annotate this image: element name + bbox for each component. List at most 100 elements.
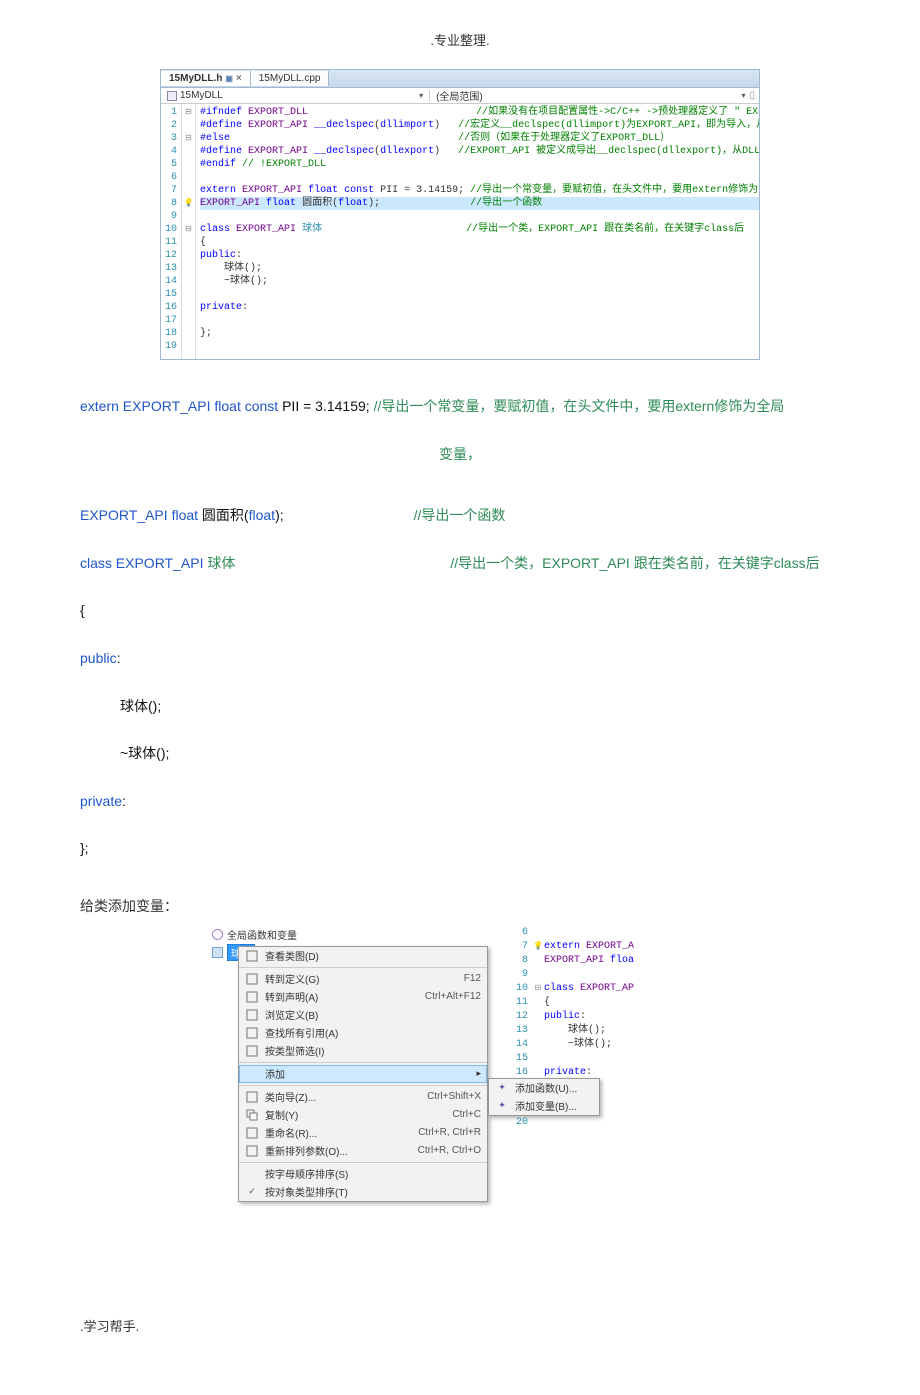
chevron-down-icon: ▾ [417,91,423,100]
editor-tabs: 15MyDLL.h ▣ × 15MyDLL.cpp [161,70,759,88]
comment: //导出一个常变量，要赋初值，在头文件中，要用extern修饰为全局 [374,398,785,414]
menu-label: 按类型筛选(I) [265,1043,481,1058]
scope-left-dropdown[interactable]: 15MyDLL ▾ [161,90,430,101]
blank-icon [245,1167,259,1181]
menu-label: 重命名(R)... [265,1125,412,1140]
tree-item-globals[interactable]: 全局函数和变量 [210,926,340,943]
code-text: PII = 3.14159; [278,398,373,414]
close-icon[interactable]: × [236,73,242,84]
colon: : [122,793,126,809]
find-refs-icon [245,1026,259,1040]
menu-label: 查找所有引用(A) [265,1025,481,1040]
menu-label: 复制(Y) [265,1107,446,1122]
class-diagram-icon [245,949,259,963]
keyword: extern [80,398,119,414]
menu-shortcut: F12 [464,973,481,984]
composite-screenshot: 全局函数和变量 球体 查看类图(D)转到定义(G)F12转到声明(A)Ctrl+… [210,926,710,1256]
filter-icon [245,1044,259,1058]
code-line: public: [80,642,840,676]
code-area[interactable]: 12345678910111213141516171819 ⊟⊟💡⊟ #ifnd… [161,104,759,359]
explanation-block: extern EXPORT_API float const PII = 3.14… [80,390,840,866]
code-snippet: 67891011121314151620 💡⊟ extern EXPORT_AE… [510,926,710,1130]
menu-label: 转到定义(G) [265,971,458,986]
code-line: EXPORT_API float 圆面积(float); //导出一个函数 [80,499,840,533]
menu-item[interactable]: 复制(Y) Ctrl+C [239,1106,487,1124]
menu-item[interactable]: 查看类图(D) [239,947,487,965]
keyword: float [249,507,275,523]
keyword: float [172,507,198,523]
add-var-icon: ✦ [495,1099,509,1113]
scope-right-dropdown[interactable]: (全局范围) [430,88,739,103]
code-line: ~球体(); [80,737,840,771]
menu-item[interactable]: 按字母顺序排序(S) [239,1165,487,1183]
code-line: }; [80,832,840,866]
menu-label: 浏览定义(B) [265,1007,481,1022]
menu-item[interactable]: 按类型筛选(I) [239,1042,487,1060]
api-macro: EXPORT_API [80,507,172,523]
fold-margin: 💡⊟ [532,926,544,1130]
goto-decl-icon [245,990,259,1004]
menu-item[interactable]: 类向导(Z)... Ctrl+Shift+X [239,1088,487,1106]
menu-item[interactable]: 浏览定义(B) [239,1006,487,1024]
blank-icon [245,1067,259,1081]
menu-item[interactable]: 重新排列参数(O)... Ctrl+R, Ctrl+O [239,1142,487,1160]
comment: //导出一个类，EXPORT_API 跟在类名前，在关键字class后 [450,555,819,571]
comment: //导出一个函数 [414,507,506,523]
class-wizard-icon [245,1090,259,1104]
module-icon [167,91,177,101]
fold-margin: ⊟⊟💡⊟ [182,104,196,359]
chevron-right-icon: ▸ [476,1068,481,1079]
tab-label: 15MyDLL.cpp [259,73,321,84]
menu-item[interactable]: 添加 ▸ [239,1065,487,1083]
code-line: 球体(); [80,690,840,724]
code-editor: 15MyDLL.h ▣ × 15MyDLL.cpp 15MyDLL ▾ (全局范… [160,69,760,360]
api-macro: EXPORT_API [119,398,214,414]
menu-item[interactable]: 重命名(R)...Ctrl+R, Ctrl+R [239,1124,487,1142]
menu-label: 类向导(Z)... [265,1089,421,1104]
menu-item[interactable]: ✓ 按对象类型排序(T) [239,1183,487,1201]
code-text: ); [275,507,284,523]
rename-icon [245,1126,259,1140]
section-heading: 给类添加变量： [80,896,840,916]
menu-label: 按对象类型排序(T) [265,1184,481,1199]
menu-label: 查看类图(D) [265,948,481,963]
tab-cpp-file[interactable]: 15MyDLL.cpp [251,71,330,86]
reorder-icon [245,1144,259,1158]
line-gutter: 67891011121314151620 [510,926,532,1130]
code-text: extern EXPORT_AEXPORT_API floaclass EXPO… [544,926,634,1130]
keyword: private [80,793,122,809]
code-line: private: [80,785,840,819]
menu-shortcut: Ctrl+Shift+X [427,1091,481,1102]
add-func-icon: ✦ [495,1081,509,1095]
menu-item[interactable]: 转到声明(A) Ctrl+Alt+F12 [239,988,487,1006]
menu-item[interactable]: 查找所有引用(A) [239,1024,487,1042]
api-macro: EXPORT_API [112,555,207,571]
browse-def-icon [245,1008,259,1022]
line-gutter: 12345678910111213141516171819 [161,104,182,359]
code-text: 圆面积( [198,507,249,523]
code-text[interactable]: #ifndef EXPORT_DLL //如果没有在项目配置属性->C/C++ … [196,104,759,359]
menu-label: 按字母顺序排序(S) [265,1166,481,1181]
menu-item[interactable]: 转到定义(G) F12 [239,970,487,988]
split-icon[interactable]: ▯ [745,90,759,101]
menu-label: 添加 [265,1066,470,1081]
code-line: extern EXPORT_API float const PII = 3.14… [80,390,840,424]
menu-label: 转到声明(A) [265,989,419,1004]
menu-shortcut: Ctrl+R, Ctrl+O [418,1145,481,1156]
context-menu: 查看类图(D) 转到定义(G) F12 转到声明(A) Ctrl+Alt+F12 浏览定义… [238,946,488,1202]
pin-icon[interactable]: ▣ [225,74,233,83]
check-icon: ✓ [245,1185,259,1199]
globe-icon [212,929,223,940]
tab-header-file[interactable]: 15MyDLL.h ▣ × [161,71,251,86]
scope-left-label: 15MyDLL [180,90,223,101]
comment-continuation: 变量， [80,438,840,472]
menu-shortcut: Ctrl+C [452,1109,481,1120]
menu-shortcut: Ctrl+Alt+F12 [425,991,481,1002]
tab-label: 15MyDLL.h [169,73,222,84]
keyword: public [80,650,117,666]
tree-label: 全局函数和变量 [227,927,297,942]
goto-def-icon [245,972,259,986]
code-line: { [80,594,840,628]
menu-label: 重新排列参数(O)... [265,1143,412,1158]
keyword: float const [214,398,278,414]
